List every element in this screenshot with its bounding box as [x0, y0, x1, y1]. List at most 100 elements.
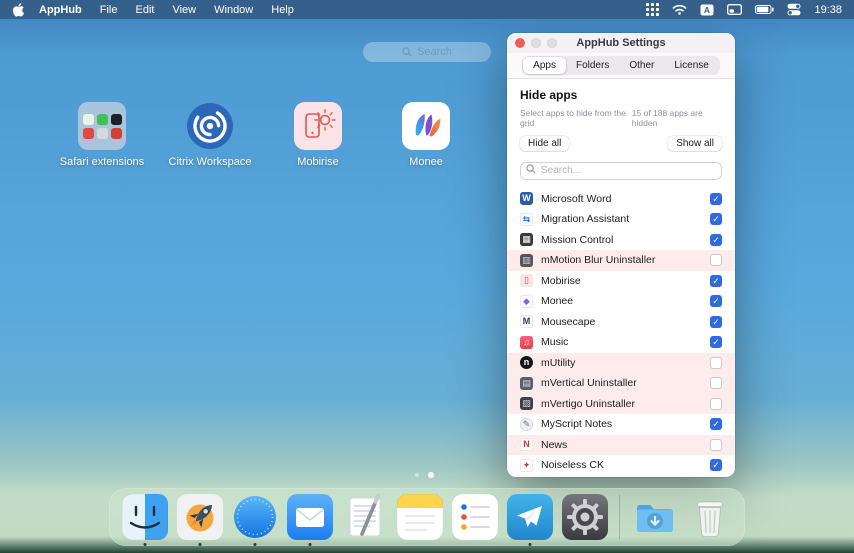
- app-list-row[interactable]: ◆ Monee ✓: [507, 291, 735, 312]
- tab-segmented-control: AppsFoldersOtherLicense: [522, 56, 720, 75]
- display-icon[interactable]: [727, 4, 742, 15]
- launchpad-app-safari-extensions[interactable]: Safari extensions: [48, 102, 156, 168]
- dock-telegram-icon[interactable]: [507, 494, 553, 540]
- app-icon: ▦: [520, 233, 533, 246]
- app-list-row[interactable]: n mUtility: [507, 353, 735, 374]
- running-indicator-dot: [528, 543, 531, 546]
- hidden-count: 15 of 188 apps are hidden: [632, 108, 722, 128]
- launchpad-app-citrix-workspace[interactable]: Citrix Workspace: [156, 102, 264, 168]
- app-checkbox[interactable]: [710, 377, 722, 389]
- app-list-row[interactable]: M Mousecape ✓: [507, 312, 735, 333]
- app-list-row[interactable]: ♫ Music ✓: [507, 332, 735, 353]
- app-search-input[interactable]: [520, 162, 722, 180]
- app-checkbox[interactable]: [710, 439, 722, 451]
- apple-menu-icon[interactable]: [12, 3, 25, 17]
- app-label: Noiseless CK: [541, 459, 702, 471]
- app-checkbox[interactable]: [710, 398, 722, 410]
- app-label: Mobirise: [541, 275, 702, 287]
- tab-apps[interactable]: Apps: [523, 57, 566, 74]
- app-icon: ▯: [520, 274, 533, 287]
- app-checkbox[interactable]: ✓: [710, 275, 722, 287]
- tab-folders[interactable]: Folders: [566, 57, 619, 74]
- dock-downloads-folder-icon[interactable]: [632, 494, 678, 540]
- battery-icon[interactable]: [755, 5, 774, 14]
- minimize-button[interactable]: [531, 38, 541, 48]
- page-dot-2-active[interactable]: [428, 472, 434, 478]
- dock-safari-icon[interactable]: [232, 494, 278, 540]
- app-checkbox[interactable]: ✓: [710, 234, 722, 246]
- running-indicator-dot: [143, 543, 146, 546]
- app-icon: ▨: [520, 397, 533, 410]
- app-icon: ▤: [520, 377, 533, 390]
- dock-textedit-icon[interactable]: [342, 494, 388, 540]
- menu-window[interactable]: Window: [214, 4, 253, 16]
- tab-other[interactable]: Other: [619, 57, 664, 74]
- app-checkbox[interactable]: ✓: [710, 418, 722, 430]
- hide-all-button[interactable]: Hide all: [520, 136, 569, 151]
- dock: [109, 488, 745, 546]
- app-list-row[interactable]: W Microsoft Word ✓: [507, 189, 735, 210]
- app-icon: W: [520, 192, 533, 205]
- app-icon: M: [520, 315, 533, 328]
- dock-system-settings-icon[interactable]: [562, 494, 608, 540]
- app-list-row[interactable]: ✎ MyScript Notes ✓: [507, 414, 735, 435]
- app-list-row[interactable]: ▤ mVertical Uninstaller: [507, 373, 735, 394]
- show-all-button[interactable]: Show all: [668, 136, 722, 151]
- app-list-row[interactable]: ⇆ Migration Assistant ✓: [507, 209, 735, 230]
- dock-finder-icon[interactable]: [122, 494, 168, 540]
- menu-file[interactable]: File: [100, 4, 118, 16]
- app-label: MyScript Notes: [541, 418, 702, 430]
- menu-edit[interactable]: Edit: [136, 4, 155, 16]
- page-dot-1[interactable]: [415, 473, 419, 477]
- app-checkbox[interactable]: ✓: [710, 336, 722, 348]
- app-list-row[interactable]: N News: [507, 435, 735, 456]
- app-label: Monee: [372, 156, 480, 168]
- running-indicator-dot: [198, 543, 201, 546]
- app-checkbox[interactable]: [710, 254, 722, 266]
- launchpad-app-monee[interactable]: Monee: [372, 102, 480, 168]
- dock-launchpad-icon[interactable]: [177, 494, 223, 540]
- search-icon: [402, 47, 412, 57]
- input-source-icon[interactable]: A: [700, 4, 714, 16]
- app-label: Safari extensions: [48, 156, 156, 168]
- window-title: AppHub Settings: [507, 37, 735, 49]
- window-titlebar[interactable]: AppHub Settings: [507, 33, 735, 53]
- app-list-row[interactable]: ▥ mMotion Blur Uninstaller: [507, 250, 735, 271]
- tab-bar: AppsFoldersOtherLicense: [507, 53, 735, 79]
- wifi-icon[interactable]: [672, 4, 687, 15]
- app-checkbox[interactable]: ✓: [710, 295, 722, 307]
- app-checkbox[interactable]: ✓: [710, 459, 722, 471]
- close-button[interactable]: [515, 38, 525, 48]
- control-center-icon[interactable]: [787, 3, 801, 16]
- app-icon: ♫: [520, 336, 533, 349]
- app-list-row[interactable]: Notes ✓: [507, 476, 735, 478]
- dock-reminders-icon[interactable]: [452, 494, 498, 540]
- grid-icon[interactable]: [646, 3, 659, 16]
- app-list-row[interactable]: ✦ Noiseless CK ✓: [507, 455, 735, 476]
- app-list-row[interactable]: ▦ Mission Control ✓: [507, 230, 735, 251]
- zoom-button[interactable]: [547, 38, 557, 48]
- menu-help[interactable]: Help: [271, 4, 294, 16]
- tab-license[interactable]: License: [664, 57, 718, 74]
- app-checkbox[interactable]: [710, 357, 722, 369]
- app-list: W Microsoft Word ✓ ⇆ Migration Assistant…: [507, 189, 735, 478]
- app-icon: ⇆: [520, 213, 533, 226]
- launchpad-app-mobirise[interactable]: Mobirise: [264, 102, 372, 168]
- app-label: mMotion Blur Uninstaller: [541, 254, 702, 266]
- citrix-workspace-icon: [186, 102, 234, 150]
- dock-trash-icon[interactable]: [687, 494, 733, 540]
- app-list-row[interactable]: ▨ mVertigo Uninstaller: [507, 394, 735, 415]
- app-list-row[interactable]: ▯ Mobirise ✓: [507, 271, 735, 292]
- dock-mail-icon[interactable]: [287, 494, 333, 540]
- menu-bar-clock[interactable]: 19:38: [814, 4, 842, 16]
- app-icon: N: [520, 438, 533, 451]
- app-label: Mission Control: [541, 234, 702, 246]
- app-checkbox[interactable]: ✓: [710, 193, 722, 205]
- launchpad-search-field[interactable]: Search: [363, 42, 491, 62]
- app-checkbox[interactable]: ✓: [710, 213, 722, 225]
- dock-notes-icon[interactable]: [397, 494, 443, 540]
- menu-view[interactable]: View: [172, 4, 196, 16]
- app-checkbox[interactable]: ✓: [710, 316, 722, 328]
- menu-app-name[interactable]: AppHub: [39, 4, 82, 16]
- app-label: Citrix Workspace: [156, 156, 264, 168]
